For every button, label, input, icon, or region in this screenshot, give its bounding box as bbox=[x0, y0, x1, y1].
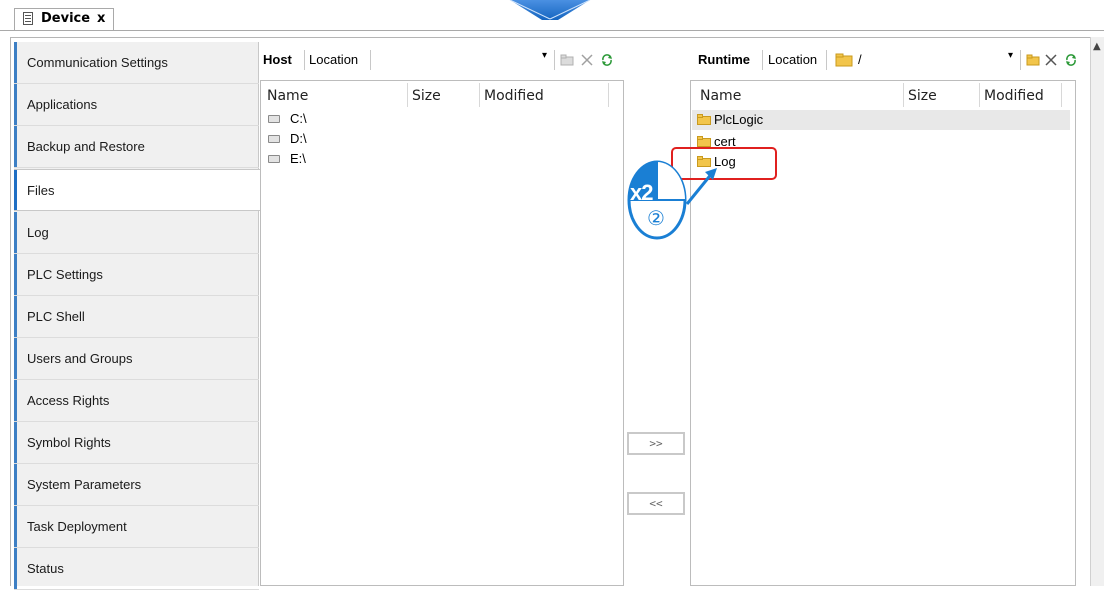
sidebar-item-files[interactable]: Files bbox=[14, 169, 260, 211]
column-separator bbox=[407, 83, 408, 107]
sidebar-item-symbol-rights[interactable]: Symbol Rights bbox=[14, 422, 259, 464]
column-header-separator bbox=[479, 83, 480, 107]
runtime-location-label: Location bbox=[768, 52, 818, 67]
list-item-label: PlcLogic bbox=[714, 112, 764, 127]
host-location-dropdown-icon[interactable]: ▾ bbox=[542, 50, 547, 61]
drive-icon bbox=[268, 135, 280, 143]
scroll-up-icon[interactable]: ▲ bbox=[1093, 41, 1101, 52]
copy-to-runtime-button[interactable]: >> bbox=[627, 432, 685, 455]
tab-device[interactable]: Device x bbox=[14, 8, 114, 31]
list-item-label: D:\ bbox=[290, 131, 307, 146]
toolbar-separator bbox=[554, 50, 555, 70]
sidebar-item-status[interactable]: Status bbox=[14, 548, 259, 590]
list-item[interactable]: C:\ bbox=[262, 109, 622, 129]
delete-icon[interactable] bbox=[580, 53, 594, 67]
runtime-location-value: / bbox=[858, 52, 862, 67]
toolbar-separator bbox=[370, 50, 371, 70]
sidebar-item-users-and-groups[interactable]: Users and Groups bbox=[14, 338, 259, 380]
sidebar-item-system-parameters[interactable]: System Parameters bbox=[14, 464, 259, 506]
vertical-scrollbar[interactable]: ▲ bbox=[1090, 37, 1104, 586]
sidebar-item-log[interactable]: Log bbox=[14, 212, 259, 254]
toolbar-separator bbox=[1020, 50, 1021, 70]
column-separator bbox=[979, 83, 980, 107]
refresh-icon[interactable] bbox=[600, 53, 614, 67]
tab-close-icon[interactable]: x bbox=[97, 11, 105, 26]
toolbar-separator bbox=[304, 50, 305, 70]
drive-icon bbox=[268, 155, 280, 163]
tab-device-label: Device bbox=[41, 11, 91, 26]
host-location-label: Location bbox=[309, 52, 359, 67]
device-sidebar: Communication Settings Applications Back… bbox=[14, 42, 260, 590]
column-separator bbox=[1061, 83, 1062, 107]
step-number: ② bbox=[647, 206, 665, 230]
runtime-location-input[interactable]: / bbox=[832, 50, 992, 70]
double-click-count: x2 bbox=[630, 180, 654, 205]
toolbar-separator bbox=[826, 50, 827, 70]
callout-arrow-icon bbox=[509, 0, 591, 20]
host-location-input[interactable] bbox=[372, 50, 552, 70]
drive-icon bbox=[268, 115, 280, 123]
list-item[interactable]: D:\ bbox=[262, 129, 622, 149]
new-folder-icon[interactable] bbox=[560, 53, 574, 67]
column-header-modified[interactable]: Modified bbox=[984, 88, 1044, 104]
column-separator bbox=[903, 83, 904, 107]
tab-divider bbox=[0, 30, 1104, 31]
refresh-icon[interactable] bbox=[1064, 53, 1078, 67]
delete-icon[interactable] bbox=[1044, 53, 1058, 67]
runtime-title: Runtime bbox=[698, 52, 750, 67]
device-icon bbox=[23, 12, 33, 25]
sidebar-item-communication-settings[interactable]: Communication Settings bbox=[14, 42, 259, 84]
sidebar-item-backup-and-restore[interactable]: Backup and Restore bbox=[14, 126, 259, 168]
list-item-label: E:\ bbox=[290, 151, 306, 166]
sidebar-item-plc-settings[interactable]: PLC Settings bbox=[14, 254, 259, 296]
copy-to-host-button[interactable]: << bbox=[627, 492, 685, 515]
folder-icon bbox=[697, 114, 711, 125]
list-item-label: C:\ bbox=[290, 111, 307, 126]
sidebar-item-access-rights[interactable]: Access Rights bbox=[14, 380, 259, 422]
column-separator bbox=[608, 83, 609, 107]
host-file-list[interactable]: Name Size Modified C:\ D:\ E:\ bbox=[260, 80, 624, 586]
sidebar-item-applications[interactable]: Applications bbox=[14, 84, 259, 126]
column-header-name[interactable]: Name bbox=[267, 88, 308, 104]
sidebar-item-task-deployment[interactable]: Task Deployment bbox=[14, 506, 259, 548]
folder-icon bbox=[835, 53, 853, 67]
list-item[interactable]: PlcLogic bbox=[692, 110, 1070, 130]
column-header-size[interactable]: Size bbox=[908, 88, 937, 104]
sidebar-item-plc-shell[interactable]: PLC Shell bbox=[14, 296, 259, 338]
runtime-toolbar: Runtime Location / ▾ bbox=[692, 44, 1088, 76]
column-header-modified[interactable]: Modified bbox=[484, 88, 544, 104]
runtime-location-dropdown-icon[interactable]: ▾ bbox=[1008, 50, 1013, 61]
list-item[interactable]: E:\ bbox=[262, 149, 622, 169]
column-header-size[interactable]: Size bbox=[412, 88, 441, 104]
host-toolbar: Host Location ▾ bbox=[262, 44, 622, 76]
new-folder-icon[interactable] bbox=[1026, 53, 1040, 67]
toolbar-separator bbox=[762, 50, 763, 70]
folder-icon bbox=[697, 136, 711, 147]
host-title: Host bbox=[263, 52, 292, 67]
column-header-name[interactable]: Name bbox=[700, 88, 741, 104]
